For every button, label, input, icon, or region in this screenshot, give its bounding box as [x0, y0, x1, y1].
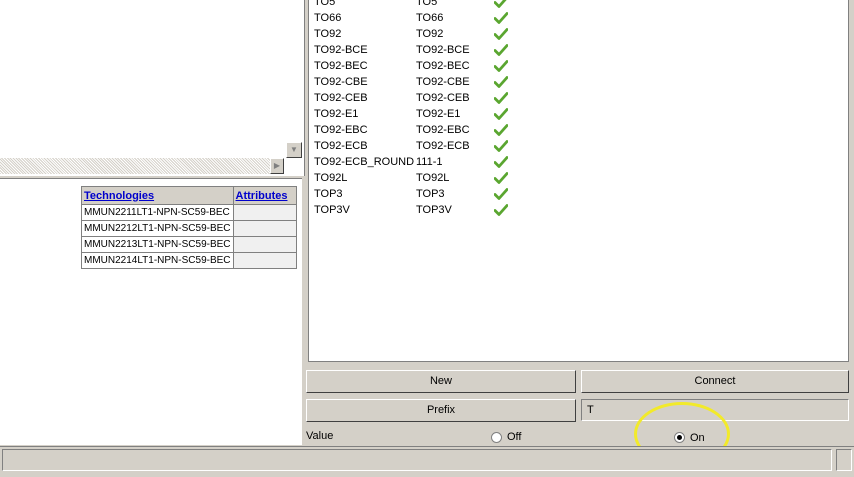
- chevron-right-icon: ▶: [273, 161, 281, 170]
- left-top-panel: [0, 0, 305, 176]
- package-name: TO92-BCE: [314, 44, 368, 56]
- package-name: TO92-BEC: [314, 60, 368, 72]
- package-mapped-name: TOP3: [416, 188, 445, 200]
- checkmark-icon: [494, 156, 508, 168]
- checkmark-icon: [494, 60, 508, 72]
- package-name: TOP3V: [314, 204, 350, 216]
- checkmark-icon: [494, 92, 508, 104]
- technologies-table: Technologies Attributes MMUN2211LT1-NPN-…: [81, 186, 297, 269]
- package-name: TO92: [314, 28, 342, 40]
- package-mapped-name: TOP3V: [416, 204, 452, 216]
- checkmark-icon: [494, 0, 507, 8]
- package-mapped-name: TO5: [416, 0, 438, 8]
- package-mapped-name: TO92-BCE: [416, 44, 470, 56]
- prefix-button[interactable]: Prefix: [306, 399, 576, 422]
- attribute-cell[interactable]: [232, 220, 297, 237]
- connect-button[interactable]: Connect: [581, 370, 849, 393]
- technology-cell[interactable]: MMUN2212LT1-NPN-SC59-BEC: [81, 220, 234, 237]
- attribute-cell[interactable]: [232, 252, 297, 269]
- package-name: TO92-CBE: [314, 76, 368, 88]
- package-name: TO5: [314, 0, 336, 8]
- package-mapped-name: TO92-CBE: [416, 76, 470, 88]
- package-name: TO92-CEB: [314, 92, 368, 104]
- checkmark-icon: [494, 172, 508, 184]
- attribute-cell[interactable]: [232, 236, 297, 253]
- package-mapped-name: TO92L: [416, 172, 450, 184]
- package-name: TO66: [314, 12, 342, 24]
- scroll-down-button[interactable]: ▼: [286, 142, 302, 158]
- table-row[interactable]: MMUN2214LT1-NPN-SC59-BEC: [81, 252, 297, 269]
- table-row[interactable]: MMUN2213LT1-NPN-SC59-BEC: [81, 236, 297, 253]
- technologies-header[interactable]: Technologies: [81, 186, 234, 205]
- package-mapped-name: TO92-ECB: [416, 140, 470, 152]
- scroll-right-button[interactable]: ▶: [270, 158, 284, 174]
- package-name: TO92L: [314, 172, 348, 184]
- table-header-row: Technologies Attributes: [81, 186, 297, 205]
- attributes-header[interactable]: Attributes: [232, 186, 297, 205]
- value-label: Value: [306, 430, 334, 442]
- checkmark-icon: [494, 12, 508, 24]
- package-list[interactable]: TO5 TO5 TO66 TO66 TO92 TO92 TO92-BCE TO92-BCE TO…: [308, 0, 849, 362]
- table-row[interactable]: MMUN2211LT1-NPN-SC59-BEC: [81, 204, 297, 221]
- checkmark-icon: [494, 108, 508, 120]
- package-mapped-name: 111-1: [416, 156, 443, 168]
- checkmark-icon: [494, 76, 508, 88]
- technology-cell[interactable]: MMUN2213LT1-NPN-SC59-BEC: [81, 236, 234, 253]
- package-name: TOP3: [314, 188, 343, 200]
- new-button[interactable]: New: [306, 370, 576, 393]
- package-name: TO92-ECB_ROUND: [314, 156, 415, 168]
- checkmark-icon: [494, 140, 508, 152]
- technology-cell[interactable]: MMUN2214LT1-NPN-SC59-BEC: [81, 252, 234, 269]
- package-mapped-name: TO92: [416, 28, 444, 40]
- package-mapped-name: TO92-EBC: [416, 124, 470, 136]
- attribute-cell[interactable]: [232, 204, 297, 221]
- checkmark-icon: [494, 44, 508, 56]
- package-mapped-name: TO92-BEC: [416, 60, 470, 72]
- package-mapped-name: TO66: [416, 12, 444, 24]
- status-pane-grip: [836, 449, 852, 471]
- horizontal-scrollbar[interactable]: [0, 158, 284, 174]
- table-row[interactable]: MMUN2212LT1-NPN-SC59-BEC: [81, 220, 297, 237]
- chevron-down-icon: ▼: [290, 145, 298, 154]
- package-name: TO92-ECB: [314, 140, 368, 152]
- off-radio-label[interactable]: Off: [507, 431, 521, 443]
- package-name: TO92-E1: [314, 108, 359, 120]
- checkmark-icon: [494, 124, 508, 136]
- technology-cell[interactable]: MMUN2211LT1-NPN-SC59-BEC: [81, 204, 234, 221]
- checkmark-icon: [494, 188, 508, 200]
- checkmark-icon: [494, 28, 508, 40]
- package-name: TO92-EBC: [314, 124, 368, 136]
- status-pane-main: [2, 449, 832, 471]
- checkmark-icon: [494, 204, 508, 216]
- off-radio[interactable]: [491, 432, 502, 443]
- package-mapped-name: TO92-E1: [416, 108, 461, 120]
- package-mapped-name: TO92-CEB: [416, 92, 470, 104]
